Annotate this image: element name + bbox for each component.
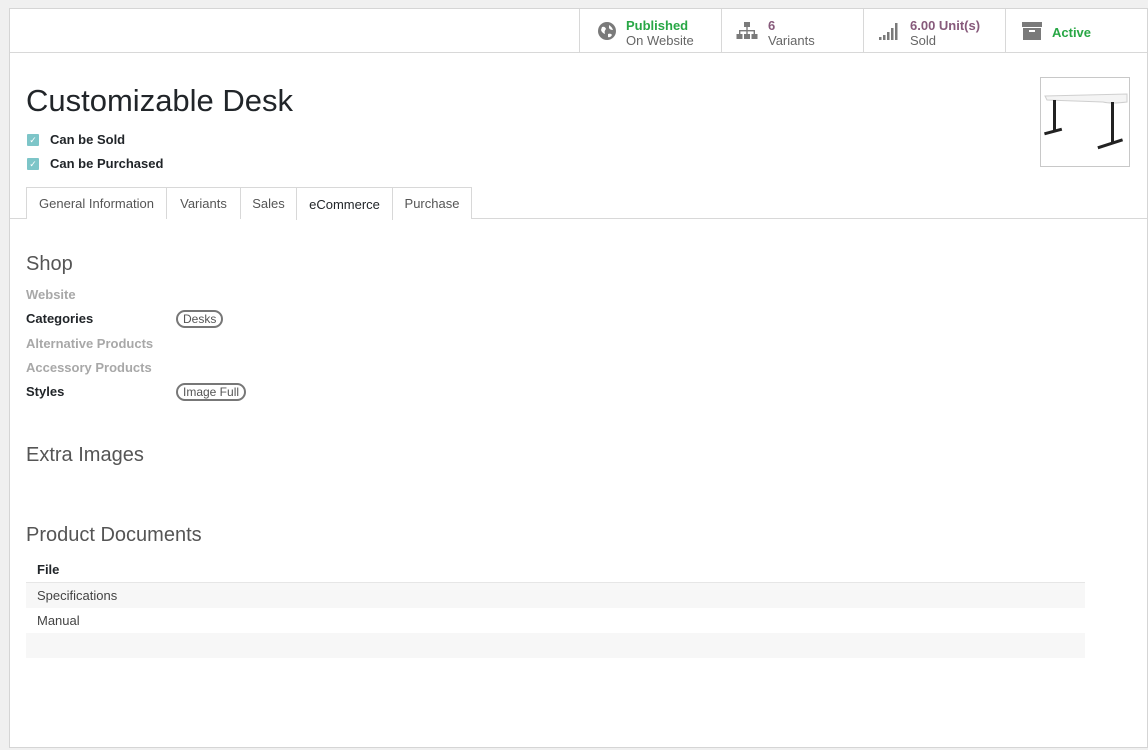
can-be-purchased-checkbox[interactable]: ✓ <box>27 157 39 170</box>
desk-image <box>1044 93 1128 150</box>
accessory-products-label: Accessory Products <box>26 360 152 375</box>
alternative-products-label: Alternative Products <box>26 336 154 351</box>
category-tag[interactable]: Desks <box>176 310 224 328</box>
notebook-tabs: General Information Variants Sales eComm… <box>10 187 1147 220</box>
style-tag[interactable]: Image Full <box>176 383 247 401</box>
file-column-header[interactable]: File <box>26 557 1085 583</box>
signal-icon <box>878 21 900 41</box>
sold-quantity: 6.00 Unit(s) <box>910 18 981 33</box>
empty-table-row <box>26 633 1085 658</box>
tab-purchase[interactable]: Purchase <box>392 187 472 219</box>
can-be-sold-label: Can be Sold <box>50 132 126 147</box>
product-image[interactable] <box>1040 77 1130 167</box>
archive-icon <box>1021 21 1043 41</box>
table-row[interactable]: Manual <box>26 608 1085 633</box>
documents-table: File Specifications Manual <box>26 557 1085 658</box>
tab-ecommerce[interactable]: eCommerce <box>296 187 393 220</box>
tab-sales[interactable]: Sales <box>240 187 297 219</box>
sold-button[interactable]: 6.00 Unit(s) Sold <box>863 9 1005 52</box>
smart-button-box: Published On Website 6 Variants 6.00 Uni… <box>10 9 1147 53</box>
active-toggle-button[interactable]: Active <box>1005 9 1148 52</box>
extra-images-title: Extra Images <box>26 444 144 466</box>
categories-label: Categories <box>26 311 94 326</box>
product-form-sheet: Published On Website 6 Variants 6.00 Uni… <box>9 8 1148 748</box>
product-name[interactable]: Customizable Desk <box>26 83 293 119</box>
published-button[interactable]: Published On Website <box>579 9 721 52</box>
sold-sublabel: Sold <box>910 33 937 48</box>
can-be-sold-checkbox[interactable]: ✓ <box>27 133 39 146</box>
variants-sublabel: Variants <box>768 33 815 48</box>
variants-button[interactable]: 6 Variants <box>721 9 863 52</box>
product-documents-title: Product Documents <box>26 524 202 546</box>
can-be-sold-field: ✓ Can be Sold <box>27 132 125 147</box>
active-label: Active <box>1052 25 1092 40</box>
sitemap-icon <box>736 21 758 41</box>
tab-general-information[interactable]: General Information <box>26 187 167 219</box>
variants-count: 6 <box>768 18 776 33</box>
styles-label: Styles <box>26 384 65 399</box>
tab-variants[interactable]: Variants <box>166 187 241 219</box>
can-be-purchased-field: ✓ Can be Purchased <box>27 156 163 171</box>
table-row[interactable]: Specifications <box>26 583 1085 608</box>
website-label: Website <box>26 287 76 302</box>
published-status: Published <box>626 18 689 33</box>
published-sublabel: On Website <box>626 33 694 48</box>
shop-section-title: Shop <box>26 253 73 275</box>
can-be-purchased-label: Can be Purchased <box>50 156 164 171</box>
globe-icon <box>596 21 618 41</box>
